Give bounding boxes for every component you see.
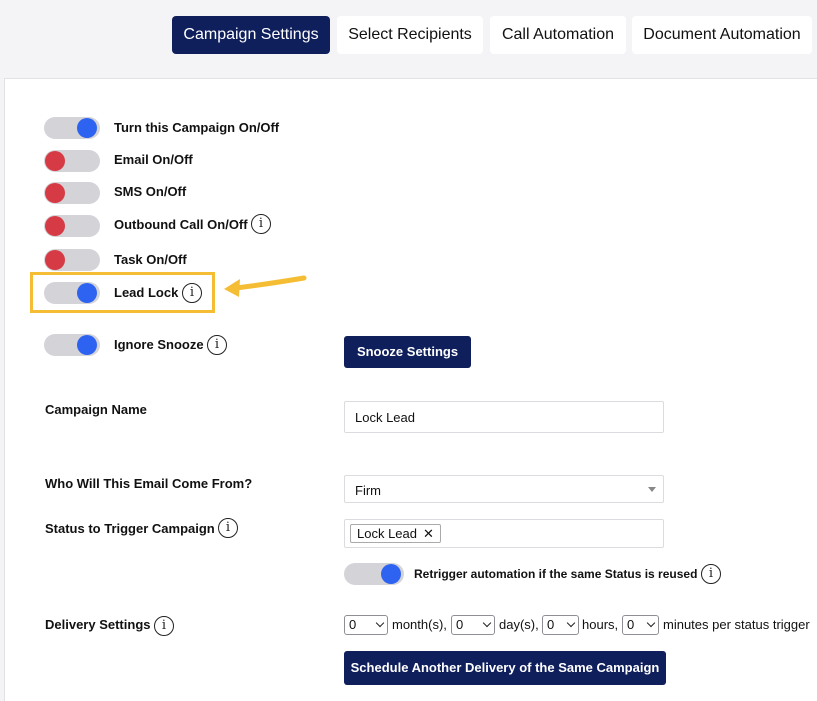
status-trigger-input[interactable]: Lock Lead ✕ <box>344 519 664 548</box>
ignore-snooze-toggle[interactable] <box>44 334 100 356</box>
minutes-unit: minutes per status trigger <box>663 617 810 632</box>
status-trigger-label: Status to Trigger Campaign <box>45 521 215 536</box>
retrigger-label: Retrigger automation if the same Status … <box>414 567 698 581</box>
lead-lock-toggle-label: Lead Lock <box>114 285 179 300</box>
campaign-name-label: Campaign Name <box>45 402 147 417</box>
tab-document-automation[interactable]: Document Automation <box>632 16 812 54</box>
email-toggle[interactable] <box>44 150 100 172</box>
schedule-delivery-button[interactable]: Schedule Another Delivery of the Same Ca… <box>344 651 666 685</box>
chevron-down-icon <box>375 618 385 628</box>
minutes-select[interactable]: 0 <box>622 615 659 635</box>
hours-value: 0 <box>547 617 555 632</box>
task-toggle-label: Task On/Off <box>114 252 187 267</box>
email-from-label: Who Will This Email Come From? <box>45 476 253 491</box>
task-toggle[interactable] <box>44 249 100 271</box>
caret-down-icon <box>648 487 656 492</box>
info-icon[interactable]: i <box>207 335 227 355</box>
campaign-toggle-label: Turn this Campaign On/Off <box>114 120 280 135</box>
outbound-call-toggle[interactable] <box>44 215 100 237</box>
chevron-down-icon <box>482 618 492 628</box>
tab-select-recipients[interactable]: Select Recipients <box>337 16 483 54</box>
arrow-icon <box>224 275 307 297</box>
campaign-name-input[interactable]: Lock Lead <box>344 401 664 433</box>
lead-lock-toggle[interactable] <box>44 282 100 304</box>
minutes-value: 0 <box>627 617 635 632</box>
info-icon[interactable]: i <box>251 214 271 234</box>
hours-select[interactable]: 0 <box>542 615 579 635</box>
tab-call-automation[interactable]: Call Automation <box>490 16 626 54</box>
days-value: 0 <box>456 617 464 632</box>
campaign-name-value: Lock Lead <box>355 410 415 425</box>
info-icon[interactable]: i <box>218 518 238 538</box>
sms-toggle[interactable] <box>44 182 100 204</box>
toggle-knob <box>77 283 97 303</box>
ignore-snooze-toggle-label: Ignore Snooze <box>114 337 204 352</box>
toggle-knob <box>77 118 97 138</box>
info-icon[interactable]: i <box>182 283 202 303</box>
email-toggle-label: Email On/Off <box>114 152 193 167</box>
settings-panel <box>4 78 817 701</box>
campaign-toggle[interactable] <box>44 117 100 139</box>
email-from-select[interactable]: Firm <box>344 475 664 503</box>
toggle-knob <box>77 335 97 355</box>
days-unit: day(s), <box>499 617 539 632</box>
toggle-knob <box>45 250 65 270</box>
outbound-call-toggle-label: Outbound Call On/Off <box>114 217 248 232</box>
months-select[interactable]: 0 <box>344 615 388 635</box>
status-chip: Lock Lead ✕ <box>350 524 441 543</box>
sms-toggle-label: SMS On/Off <box>114 184 187 199</box>
months-value: 0 <box>349 617 357 632</box>
status-chip-label: Lock Lead <box>357 526 417 541</box>
email-from-value: Firm <box>355 483 381 498</box>
hours-unit: hours, <box>582 617 619 632</box>
tab-campaign-settings[interactable]: Campaign Settings <box>172 16 330 54</box>
days-select[interactable]: 0 <box>451 615 495 635</box>
info-icon[interactable]: i <box>701 564 721 584</box>
months-unit: month(s), <box>392 617 447 632</box>
info-icon[interactable]: i <box>154 616 174 636</box>
retrigger-toggle[interactable] <box>344 563 404 585</box>
delivery-settings-label: Delivery Settings <box>45 617 151 632</box>
chevron-down-icon <box>566 618 576 628</box>
remove-chip-icon[interactable]: ✕ <box>423 526 434 541</box>
chevron-down-icon <box>646 618 656 628</box>
toggle-knob <box>381 564 401 584</box>
snooze-settings-button[interactable]: Snooze Settings <box>344 336 471 368</box>
toggle-knob <box>45 216 65 236</box>
toggle-knob <box>45 183 65 203</box>
toggle-knob <box>45 151 65 171</box>
